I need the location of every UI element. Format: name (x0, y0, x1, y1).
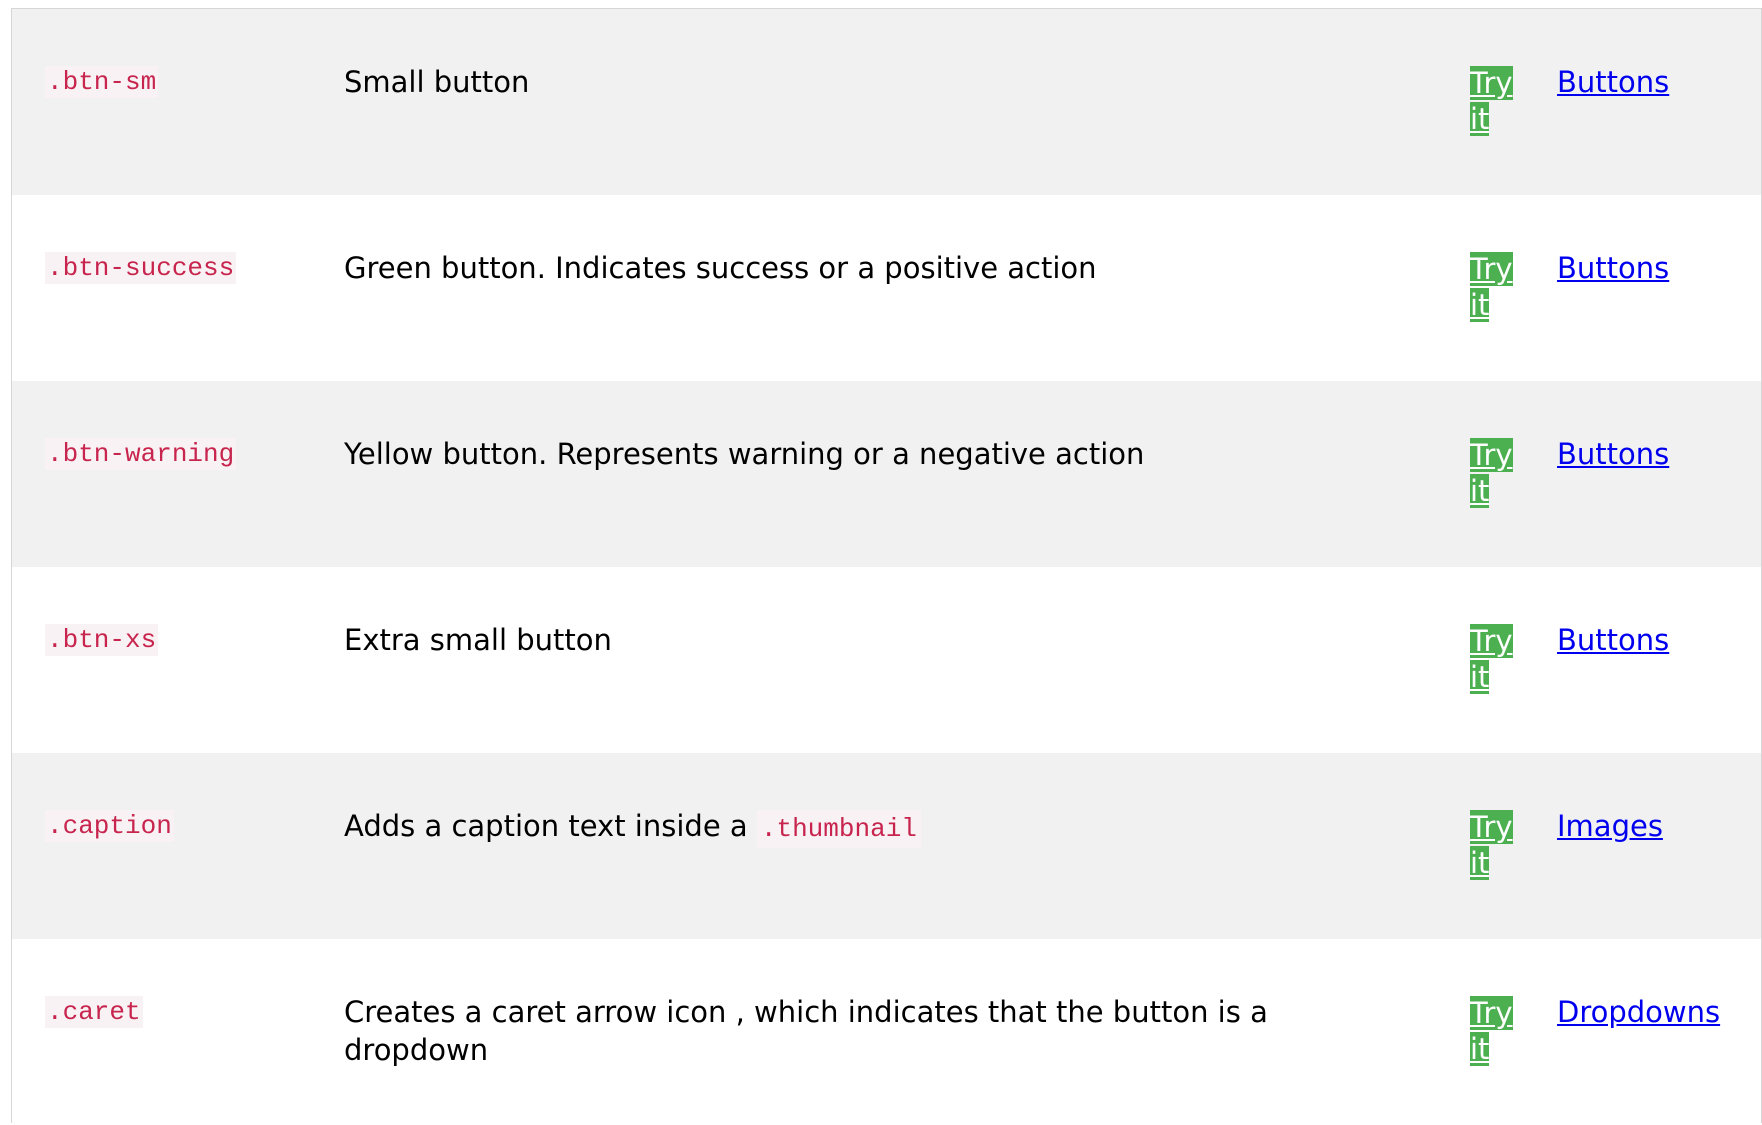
try-it-button[interactable]: Try it (1470, 809, 1516, 881)
table-row: .btn-xs Extra small button Try it Button… (12, 567, 1761, 753)
class-description: Extra small button (344, 623, 612, 657)
class-name: .caption (45, 810, 174, 842)
reference-link[interactable]: Images (1557, 807, 1663, 845)
class-name: .btn-sm (45, 66, 159, 98)
try-it-button[interactable]: Try it (1470, 995, 1516, 1067)
table-row: .caption Adds a caption text inside a .t… (12, 753, 1761, 939)
class-name: .caret (45, 996, 143, 1028)
table-row: .caret Creates a caret arrow icon , whic… (12, 939, 1761, 1125)
page: .btn-sm Small button Try it Buttons .btn… (0, 0, 1762, 1125)
class-name: .btn-xs (45, 624, 159, 656)
class-description: Yellow button. Represents warning or a n… (344, 437, 1145, 471)
class-description: Creates a caret arrow icon , which indic… (344, 995, 1268, 1067)
reference-link[interactable]: Buttons (1557, 63, 1669, 101)
table-row: .btn-sm Small button Try it Buttons (12, 9, 1761, 195)
description-text: Adds a caption text inside a (344, 809, 748, 843)
reference-link[interactable]: Dropdowns (1557, 993, 1720, 1031)
class-description: Adds a caption text inside a .thumbnail (344, 807, 1404, 848)
class-description: Small button (344, 65, 530, 99)
class-name: .btn-warning (45, 438, 237, 470)
reference-link[interactable]: Buttons (1557, 621, 1669, 659)
try-it-button[interactable]: Try it (1470, 437, 1516, 509)
try-it-button[interactable]: Try it (1470, 251, 1516, 323)
reference-table: .btn-sm Small button Try it Buttons .btn… (11, 8, 1762, 1125)
class-name: .btn-success (45, 252, 237, 284)
try-it-button[interactable]: Try it (1470, 65, 1516, 137)
inline-code: .thumbnail (756, 810, 921, 848)
reference-link[interactable]: Buttons (1557, 249, 1669, 287)
reference-link[interactable]: Buttons (1557, 435, 1669, 473)
class-description: Green button. Indicates success or a pos… (344, 251, 1097, 285)
table-row: .btn-warning Yellow button. Represents w… (12, 381, 1761, 567)
try-it-button[interactable]: Try it (1470, 623, 1516, 695)
table-row: .btn-success Green button. Indicates suc… (12, 195, 1761, 381)
